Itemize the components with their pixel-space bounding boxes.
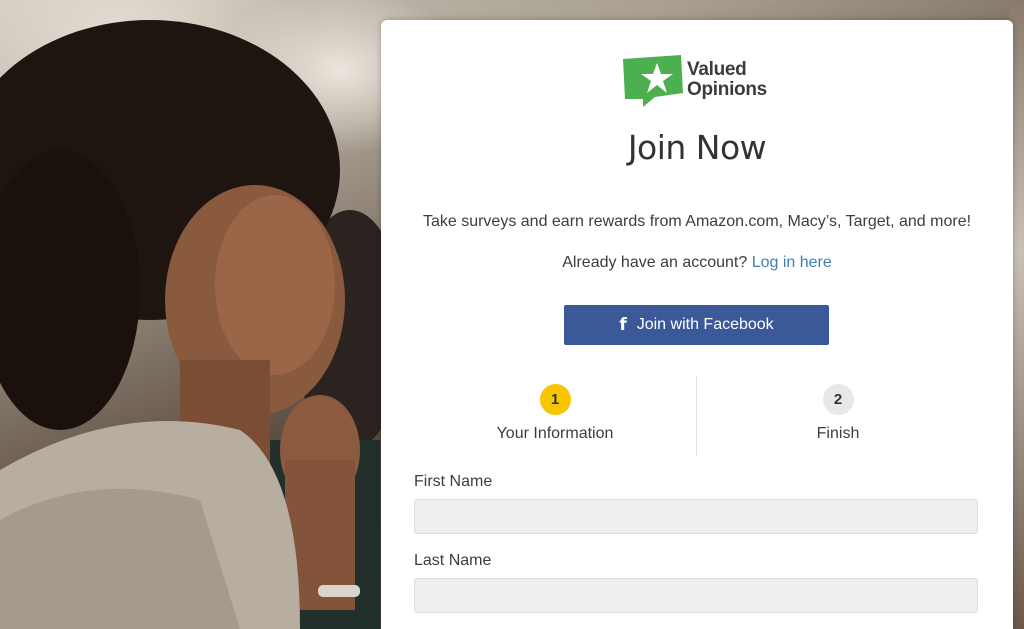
signup-steps: 1 Your Information 2 Finish (414, 376, 979, 456)
logo-line-2: Opinions (687, 79, 767, 100)
last-name-label: Last Name (414, 552, 492, 569)
logo-wordmark: Valued Opinions (687, 60, 767, 100)
step-finish: 2 Finish (697, 376, 979, 456)
step-1-label: Your Information (496, 425, 614, 442)
login-prompt-line: Already have an account? Log in here (381, 254, 1013, 272)
login-prompt-text: Already have an account? (562, 254, 748, 271)
login-link[interactable]: Log in here (752, 254, 832, 271)
valued-opinions-logo[interactable]: Valued Opinions (621, 52, 781, 108)
logo-line-1: Valued (687, 59, 747, 80)
step-2-badge: 2 (822, 384, 854, 415)
facebook-f-icon: f (619, 315, 627, 335)
tagline: Take surveys and earn rewards from Amazo… (422, 213, 972, 230)
step-your-information: 1 Your Information (414, 376, 696, 456)
facebook-button-label: Join with Facebook (636, 316, 774, 333)
page-title: Join Now (627, 128, 767, 167)
first-name-label: First Name (414, 473, 493, 490)
star-speech-bubble-icon (623, 55, 683, 107)
last-name-field[interactable] (414, 578, 978, 613)
step-2-label: Finish (816, 425, 860, 442)
first-name-field[interactable] (414, 499, 978, 534)
step-1-badge: 1 (539, 384, 571, 415)
join-with-facebook-button[interactable]: f Join with Facebook (564, 305, 829, 345)
signup-card: Valued Opinions Join Now Take surveys an… (381, 20, 1013, 629)
